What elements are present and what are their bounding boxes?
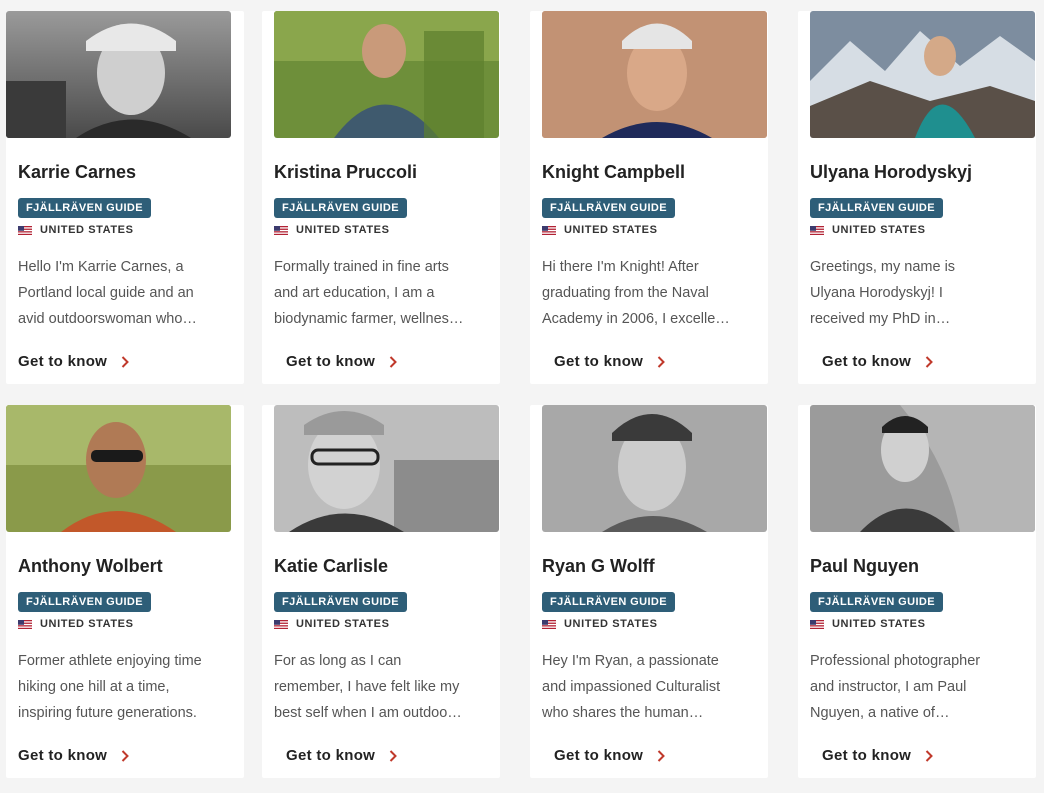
guides-grid: Karrie Carnes FJÄLLRÄVEN GUIDE UNITED ST…	[0, 0, 1044, 793]
guide-country: UNITED STATES	[18, 618, 236, 630]
guide-name: Karrie Carnes	[18, 162, 137, 182]
guide-badge: FJÄLLRÄVEN GUIDE	[810, 592, 944, 612]
chevron-right-icon	[925, 749, 934, 762]
chevron-right-icon	[121, 355, 130, 368]
us-flag-icon	[18, 619, 32, 629]
guide-country: UNITED STATES	[274, 224, 492, 236]
guide-badge: FJÄLLRÄVEN GUIDE	[274, 592, 408, 612]
guide-name: Katie Carlisle	[274, 556, 389, 576]
get-to-know-link[interactable]: Get to know	[822, 353, 934, 370]
guide-name: Knight Campbell	[542, 162, 685, 182]
guide-photo	[6, 405, 231, 532]
country-label: UNITED STATES	[40, 224, 134, 236]
guide-badge: FJÄLLRÄVEN GUIDE	[542, 592, 676, 612]
guide-description: Greetings, my name is Ulyana Horodyskyj! …	[810, 259, 956, 327]
get-to-know-label: Get to know	[554, 747, 644, 764]
chevron-right-icon	[925, 355, 934, 368]
chevron-right-icon	[657, 355, 666, 368]
guide-card[interactable]: Paul Nguyen FJÄLLRÄVEN GUIDE UNITED STAT…	[798, 405, 1036, 778]
get-to-know-label: Get to know	[18, 353, 108, 370]
country-label: UNITED STATES	[832, 618, 926, 630]
guide-card[interactable]: Ryan G Wolff FJÄLLRÄVEN GUIDE UNITED STA…	[530, 405, 768, 778]
guide-badge: FJÄLLRÄVEN GUIDE	[274, 198, 408, 218]
get-to-know-label: Get to know	[822, 353, 912, 370]
guide-photo	[810, 405, 1035, 532]
guide-country: UNITED STATES	[810, 224, 1028, 236]
guide-card[interactable]: Knight Campbell FJÄLLRÄVEN GUIDE UNITED …	[530, 11, 768, 384]
guide-card[interactable]: Ulyana Horodyskyj FJÄLLRÄVEN GUIDE UNITE…	[798, 11, 1036, 384]
guide-country: UNITED STATES	[18, 224, 236, 236]
guide-photo	[274, 405, 499, 532]
guide-card[interactable]: Kristina Pruccoli FJÄLLRÄVEN GUIDE UNITE…	[262, 11, 500, 384]
chevron-right-icon	[389, 355, 398, 368]
us-flag-icon	[274, 225, 288, 235]
get-to-know-link[interactable]: Get to know	[286, 353, 398, 370]
get-to-know-label: Get to know	[822, 747, 912, 764]
guide-card[interactable]: Katie Carlisle FJÄLLRÄVEN GUIDE UNITED S…	[262, 405, 500, 778]
country-label: UNITED STATES	[296, 224, 390, 236]
guide-description: Formally trained in fine arts and art edu…	[274, 259, 464, 327]
country-label: UNITED STATES	[564, 618, 658, 630]
guide-description: Hi there I'm Knight! After graduating fro…	[542, 259, 730, 327]
guide-photo	[542, 405, 767, 532]
get-to-know-label: Get to know	[286, 747, 376, 764]
guide-name: Kristina Pruccoli	[274, 162, 418, 182]
guide-description: Hey I'm Ryan, a passionate and impassione…	[542, 653, 721, 721]
us-flag-icon	[274, 619, 288, 629]
chevron-right-icon	[657, 749, 666, 762]
country-label: UNITED STATES	[832, 224, 926, 236]
guide-description: Hello I'm Karrie Carnes, a Portland local…	[18, 259, 197, 327]
us-flag-icon	[542, 225, 556, 235]
guide-card[interactable]: Karrie Carnes FJÄLLRÄVEN GUIDE UNITED ST…	[6, 11, 244, 384]
us-flag-icon	[810, 225, 824, 235]
guide-country: UNITED STATES	[542, 618, 760, 630]
guide-description: Professional photographer and instructor,…	[810, 653, 981, 721]
country-label: UNITED STATES	[40, 618, 134, 630]
country-label: UNITED STATES	[564, 224, 658, 236]
country-label: UNITED STATES	[296, 618, 390, 630]
guide-country: UNITED STATES	[542, 224, 760, 236]
guide-badge: FJÄLLRÄVEN GUIDE	[810, 198, 944, 218]
get-to-know-link[interactable]: Get to know	[286, 747, 398, 764]
guide-photo	[6, 11, 231, 138]
guide-badge: FJÄLLRÄVEN GUIDE	[18, 592, 152, 612]
guide-name: Paul Nguyen	[810, 556, 920, 576]
guide-badge: FJÄLLRÄVEN GUIDE	[542, 198, 676, 218]
guide-country: UNITED STATES	[274, 618, 492, 630]
us-flag-icon	[810, 619, 824, 629]
guide-card[interactable]: Anthony Wolbert FJÄLLRÄVEN GUIDE UNITED …	[6, 405, 244, 778]
guide-photo	[810, 11, 1035, 138]
get-to-know-label: Get to know	[554, 353, 644, 370]
get-to-know-link[interactable]: Get to know	[822, 747, 934, 764]
guide-description: For as long as I can remember, I have fel…	[274, 653, 462, 721]
guide-name: Anthony Wolbert	[18, 556, 163, 576]
guide-badge: FJÄLLRÄVEN GUIDE	[18, 198, 152, 218]
us-flag-icon	[18, 225, 32, 235]
chevron-right-icon	[389, 749, 398, 762]
guide-name: Ryan G Wolff	[542, 556, 655, 576]
get-to-know-link[interactable]: Get to know	[18, 747, 130, 764]
get-to-know-label: Get to know	[286, 353, 376, 370]
guide-photo	[274, 11, 499, 138]
chevron-right-icon	[121, 749, 130, 762]
us-flag-icon	[542, 619, 556, 629]
get-to-know-link[interactable]: Get to know	[18, 353, 130, 370]
get-to-know-link[interactable]: Get to know	[554, 747, 666, 764]
get-to-know-label: Get to know	[18, 747, 108, 764]
get-to-know-link[interactable]: Get to know	[554, 353, 666, 370]
guide-country: UNITED STATES	[810, 618, 1028, 630]
guide-photo	[542, 11, 767, 138]
guide-description: Former athlete enjoying time hiking one h…	[18, 653, 202, 721]
guide-name: Ulyana Horodyskyj	[810, 162, 973, 182]
